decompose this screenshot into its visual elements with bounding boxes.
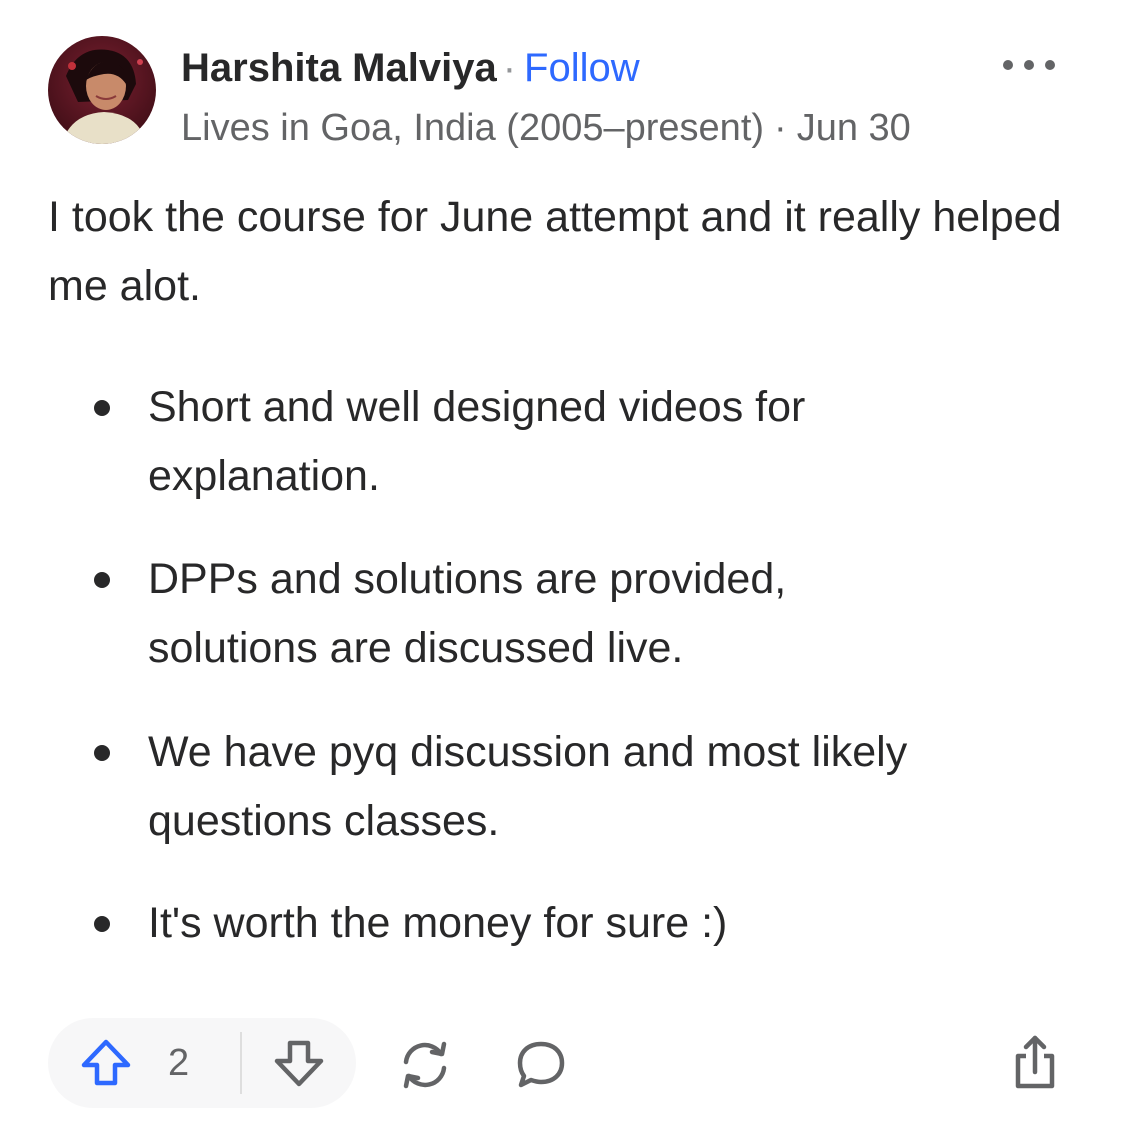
downvote-arrow-icon xyxy=(274,1040,324,1087)
answer-intro: I took the course for June attempt and i… xyxy=(48,193,1062,310)
comment-button[interactable] xyxy=(510,1034,572,1096)
answer-content: I took the course for June attempt and i… xyxy=(48,183,1088,947)
upvote-button[interactable]: 2 xyxy=(76,1032,216,1094)
upvote-count: 2 xyxy=(168,1042,190,1084)
list-item-text: It's worth the money for sure :) xyxy=(148,899,728,947)
action-bar: 2 xyxy=(48,1018,1078,1108)
reshare-button[interactable] xyxy=(394,1034,456,1096)
more-horizontal-icon xyxy=(1003,60,1055,70)
post-date[interactable]: Jun 30 xyxy=(797,107,911,149)
separator-dot: · xyxy=(774,107,787,149)
share-export-icon xyxy=(1015,1035,1055,1089)
list-item-text: We have pyq discussion and most likely q… xyxy=(148,728,908,845)
reshare-icon xyxy=(403,1041,447,1089)
author-credential-line: Lives in Goa, India (2005–present) · Jun 3… xyxy=(181,104,911,152)
bullet-dot xyxy=(94,400,110,416)
vote-pill: 2 xyxy=(48,1018,356,1108)
vote-divider xyxy=(240,1032,242,1094)
author-credential: Lives in Goa, India (2005–present) xyxy=(181,107,765,149)
downvote-button[interactable] xyxy=(268,1032,330,1094)
share-button[interactable] xyxy=(1004,1032,1066,1094)
separator-dot: · xyxy=(502,46,517,90)
comment-bubble-icon xyxy=(517,1041,565,1088)
list-item-text: DPPs and solutions are provided, solutio… xyxy=(148,555,787,672)
bullet-dot xyxy=(94,916,110,932)
follow-button[interactable]: Follow xyxy=(524,46,640,90)
bullet-dot xyxy=(94,572,110,588)
upvote-arrow-icon xyxy=(81,1039,131,1086)
bullet-dot xyxy=(94,745,110,761)
list-item-text: Short and well designed videos for expla… xyxy=(148,383,806,500)
more-options-button[interactable] xyxy=(998,50,1060,80)
author-name[interactable]: Harshita Malviya xyxy=(181,46,497,90)
author-avatar[interactable] xyxy=(48,36,156,144)
author-line: Harshita Malviya · Follow xyxy=(181,44,640,92)
